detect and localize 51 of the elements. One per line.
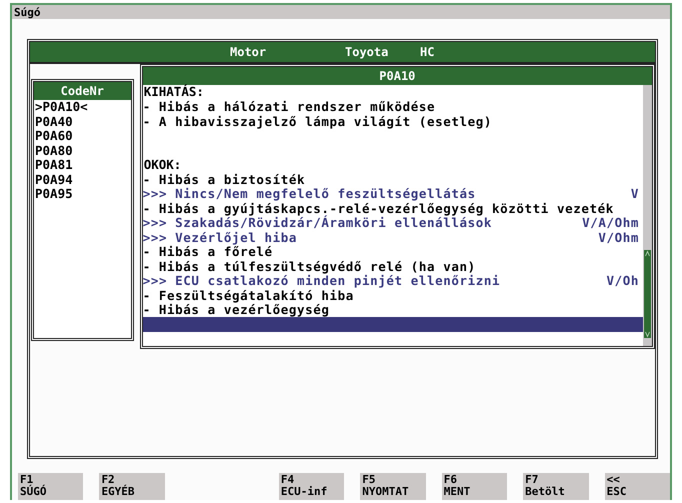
cause-text: Hibás a hálózati rendszer működése xyxy=(158,99,436,114)
check-text: ECU csatlakozó minden pinjét ellenőrizni xyxy=(175,273,500,288)
cause-text: A hibavisszajelző lámpa világít (esetleg) xyxy=(158,114,492,129)
dash-marker: - xyxy=(142,200,151,216)
code-item[interactable]: P0A95 xyxy=(34,187,131,202)
dash-marker: - xyxy=(142,258,151,274)
window-title: Súgó xyxy=(12,5,670,19)
check-text: Vezérlőjel hiba xyxy=(175,230,297,245)
check-marker: >>> xyxy=(142,215,168,230)
header-text: Motor xyxy=(230,45,268,59)
cause-text: Feszültségátalakító hiba xyxy=(158,288,354,303)
check-marker: >>> xyxy=(142,273,168,288)
function-key[interactable]: F4 ECU-inf xyxy=(278,473,344,500)
check-marker: >>> xyxy=(142,230,168,245)
dash-marker: - xyxy=(142,114,151,129)
unit-text: V/A/Ohm xyxy=(582,215,639,230)
list-title: CodeNr xyxy=(34,82,131,100)
function-key[interactable]: F1 SÚGÓ xyxy=(18,473,84,500)
dash-marker: - xyxy=(142,99,151,114)
function-key[interactable]: F5 NYOMTAT xyxy=(360,473,426,500)
unit-text: V/Ohm xyxy=(598,230,639,245)
check-text: Nincs/Nem megfelelő feszültségellátás xyxy=(175,186,476,202)
check-marker: >>> xyxy=(142,186,168,202)
header-text: Toyota xyxy=(345,45,390,59)
dash-marker: - xyxy=(142,288,151,303)
cause-text: Hibás a túlfeszültségvédő relé (ha van) xyxy=(158,258,476,274)
unit-text: V xyxy=(630,186,639,202)
dash-marker: - xyxy=(142,244,151,260)
cause-text: Hibás a főrelé xyxy=(158,244,273,260)
code-item[interactable]: P0A81 xyxy=(34,158,131,172)
check-text: Szakadás/Rövidzár/Áramköri ellenállások xyxy=(175,215,492,230)
function-key[interactable]: F6 MENT xyxy=(442,473,508,500)
cause-text: Hibás a vezérlőegység xyxy=(158,302,330,318)
function-key[interactable]: << ESC xyxy=(604,473,670,500)
header-text: HC xyxy=(420,45,436,59)
cause-text: Hibás a biztosíték xyxy=(158,172,306,187)
code-item[interactable]: P0A94 xyxy=(34,172,131,187)
section-heading: KIHATÁS: xyxy=(142,85,205,100)
code-item[interactable]: P0A40 xyxy=(34,114,131,129)
code-item[interactable]: P0A80 xyxy=(34,144,131,158)
detail-title: P0A10 xyxy=(142,67,652,85)
section-heading: OKOK: xyxy=(142,158,182,172)
function-key[interactable]: F7 Betölt xyxy=(523,473,589,500)
unit-text: V/Oh xyxy=(606,273,639,288)
code-item[interactable]: >P0A10< xyxy=(34,100,131,114)
function-key[interactable]: F2 EGYÉB xyxy=(99,473,165,500)
cause-text: Hibás a gyújtáskapcs.-relé-vezérlőegység közötti vezeték xyxy=(158,200,614,216)
code-item[interactable]: P0A60 xyxy=(34,129,131,144)
dash-marker: - xyxy=(142,172,151,187)
dash-marker: - xyxy=(142,302,151,318)
scrollbar-thumb-icon[interactable] xyxy=(643,250,652,338)
